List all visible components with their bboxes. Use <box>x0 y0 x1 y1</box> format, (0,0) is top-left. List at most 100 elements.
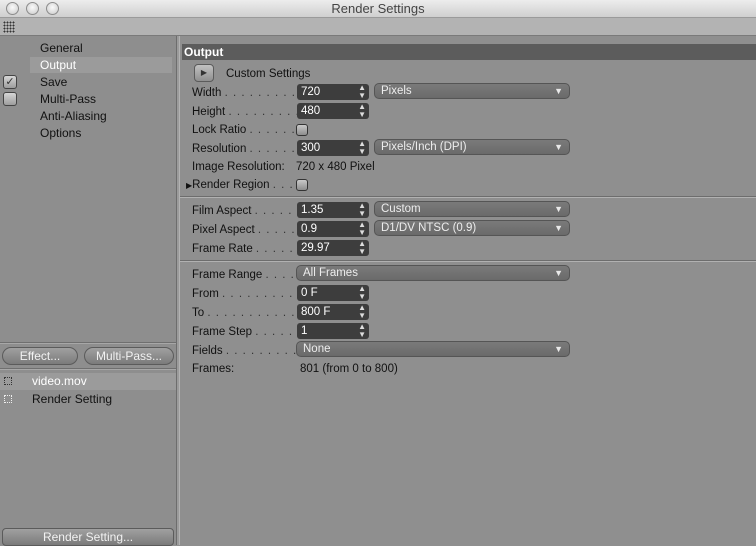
zoom-window-button[interactable] <box>46 2 59 15</box>
pixel-aspect-dropdown[interactable]: D1/DV NTSC (0.9) ▼ <box>374 220 570 236</box>
stepper-icon[interactable]: ▲ ▼ <box>358 240 366 256</box>
frame-step-field[interactable]: 1 ▲ ▼ <box>297 323 369 339</box>
toolbar <box>0 18 756 36</box>
multi-pass-button[interactable]: Multi-Pass... <box>84 347 174 365</box>
value-text: Pixels <box>381 85 412 97</box>
save-checkbox[interactable]: ✓ <box>3 75 17 89</box>
window-title: Render Settings <box>331 1 425 16</box>
value-text: 800 F <box>301 306 331 318</box>
width-label: Width . . . . . . . . . . . <box>192 87 313 99</box>
chevron-down-icon: ▼ <box>554 204 563 214</box>
nav-item-label: Multi-Pass <box>40 92 97 106</box>
frame-rate-field[interactable]: 29.97 ▲ ▼ <box>297 240 369 256</box>
height-label: Height . . . . . . . . . . <box>192 106 309 118</box>
nav-item-general[interactable]: General <box>30 40 172 56</box>
frames-value: 801 (from 0 to 800) <box>300 363 398 375</box>
lock-ratio-checkbox[interactable] <box>296 124 308 136</box>
label-text: From <box>192 288 219 300</box>
frame-range-label: Frame Range . . . . . <box>192 269 304 281</box>
value-text: 300 <box>301 142 321 154</box>
minimize-window-button[interactable] <box>26 2 39 15</box>
file-label: Render Setting <box>32 392 113 406</box>
film-aspect-label: Film Aspect . . . . . . <box>192 205 301 217</box>
list-item[interactable]: Render Setting <box>0 391 176 408</box>
effect-button[interactable]: Effect... <box>2 347 78 365</box>
file-icon <box>4 395 12 403</box>
chevron-down-icon: ▼ <box>554 86 563 96</box>
stepper-icon[interactable]: ▲ ▼ <box>358 285 366 301</box>
custom-settings-label: Custom Settings <box>226 68 311 80</box>
stepper-icon[interactable]: ▲ ▼ <box>358 140 366 156</box>
label-text: Frame Step <box>192 326 253 338</box>
divider <box>0 342 176 344</box>
chevron-down-icon: ▼ <box>554 142 563 152</box>
output-panel: Output ▶ Custom Settings Width . . . . .… <box>180 36 756 545</box>
label-text: To <box>192 307 205 319</box>
play-icon: ▶ <box>200 68 208 77</box>
value-text: 480 <box>301 105 321 117</box>
value-text: 1 <box>301 325 308 337</box>
to-field[interactable]: 800 F ▲ ▼ <box>297 304 369 320</box>
value-text: 0 F <box>301 287 318 299</box>
title-bar: Render Settings <box>0 0 756 18</box>
nav-item-label: Options <box>40 126 82 140</box>
frame-range-dropdown[interactable]: All Frames ▼ <box>296 265 570 281</box>
divider <box>180 260 756 262</box>
label-text: Render Region <box>192 179 270 191</box>
chevron-down-icon: ▼ <box>554 268 563 278</box>
label-text: Height <box>192 106 226 118</box>
value-text: All Frames <box>303 267 358 279</box>
nav-item-label: Save <box>40 75 68 89</box>
value-text: None <box>303 343 331 355</box>
file-label: video.mov <box>32 374 87 388</box>
render-setting-button[interactable]: Render Setting... <box>2 528 174 546</box>
nav-item-anti-aliasing[interactable]: Anti-Aliasing <box>30 108 172 124</box>
nav-item-output[interactable]: Output <box>30 57 172 73</box>
resolution-label: Resolution . . . . . . <box>192 143 296 155</box>
nav-item-options[interactable]: Options <box>30 125 172 141</box>
divider <box>0 368 176 370</box>
pixel-aspect-label: Pixel Aspect . . . . . <box>192 224 296 236</box>
frame-rate-label: Frame Rate . . . . . . . <box>192 243 311 255</box>
nav-item-label: General <box>40 41 83 55</box>
chevron-down-icon: ▼ <box>554 223 563 233</box>
multi-pass-checkbox[interactable] <box>3 92 17 106</box>
width-field[interactable]: 720 ▲ ▼ <box>297 84 369 100</box>
height-field[interactable]: 480 ▲ ▼ <box>297 103 369 119</box>
stepper-icon[interactable]: ▲ ▼ <box>358 202 366 218</box>
stepper-icon[interactable]: ▲ ▼ <box>358 103 366 119</box>
film-aspect-field[interactable]: 1.35 ▲ ▼ <box>297 202 369 218</box>
label-text: Fields <box>192 345 223 357</box>
frames-label: Frames: <box>192 363 235 375</box>
label-text: Lock Ratio <box>192 124 247 136</box>
list-item[interactable]: video.mov <box>0 373 176 390</box>
label-text: Frame Rate <box>192 243 253 255</box>
label-text: Width <box>192 87 222 99</box>
grip-icon[interactable] <box>3 21 15 33</box>
label-text: Resolution <box>192 143 247 155</box>
from-field[interactable]: 0 F ▲ ▼ <box>297 285 369 301</box>
stepper-icon[interactable]: ▲ ▼ <box>358 304 366 320</box>
resolution-unit-dropdown[interactable]: Pixels/Inch (DPI) ▼ <box>374 139 570 155</box>
label-text: Film Aspect <box>192 205 252 217</box>
lock-ratio-label: Lock Ratio . . . . . . . <box>192 124 305 136</box>
stepper-icon[interactable]: ▲ ▼ <box>358 84 366 100</box>
film-aspect-dropdown[interactable]: Custom ▼ <box>374 201 570 217</box>
custom-settings-button[interactable]: ▶ <box>194 64 214 82</box>
stepper-icon[interactable]: ▲ ▼ <box>358 221 366 237</box>
fields-dropdown[interactable]: None ▼ <box>296 341 570 357</box>
nav-item-multi-pass[interactable]: Multi-Pass <box>30 91 172 107</box>
label-text: Pixel Aspect <box>192 224 255 236</box>
pixel-aspect-field[interactable]: 0.9 ▲ ▼ <box>297 221 369 237</box>
resolution-field[interactable]: 300 ▲ ▼ <box>297 140 369 156</box>
close-window-button[interactable] <box>6 2 19 15</box>
section-header: Output <box>182 44 756 60</box>
render-region-label[interactable]: ▶Render Region . . . . <box>186 177 302 193</box>
value-text: 720 <box>301 86 321 98</box>
image-resolution-value: 720 x 480 Pixel <box>296 161 375 173</box>
nav-item-save[interactable]: Save <box>30 74 172 90</box>
value-text: 1.35 <box>301 204 324 216</box>
stepper-icon[interactable]: ▲ ▼ <box>358 323 366 339</box>
width-unit-dropdown[interactable]: Pixels ▼ <box>374 83 570 99</box>
render-region-checkbox[interactable] <box>296 179 308 191</box>
